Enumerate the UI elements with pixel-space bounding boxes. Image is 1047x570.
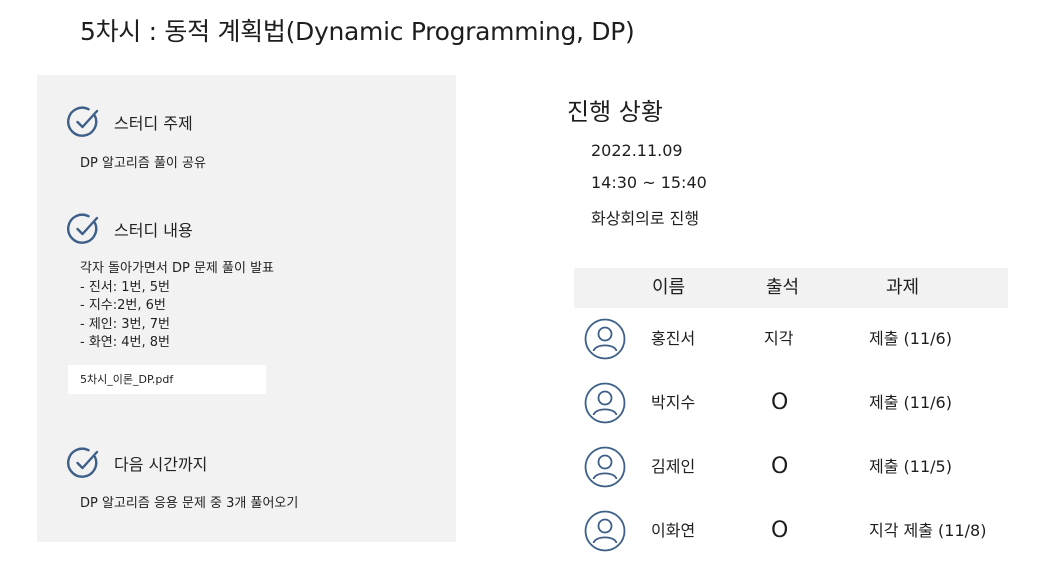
section-header-topic: 스터디 주제 [67,105,193,139]
row-name: 홍진서 [651,329,696,348]
attachment-file-link[interactable]: 5차시_이론_DP.pdf [68,365,266,394]
section-line: - 지수:2번, 6번 [80,298,166,313]
header-attendance: 출석 [766,277,800,298]
section-line: DP 알고리즘 풀이 공유 [80,156,206,171]
user-icon [584,318,626,360]
section-line: DP 알고리즘 응용 문제 중 3개 풀어오기 [80,496,299,511]
table-row: 박지수 O 제출 (11/6) [574,373,1008,433]
section-line: 각자 돌아가면서 DP 문제 풀이 발표 [80,261,274,276]
table-row: 홍진서 지각 제출 (11/6) [574,309,1008,369]
row-assignment: 지각 제출 (11/8) [869,521,987,540]
row-attendance: 지각 [764,329,794,348]
user-icon [584,510,626,552]
progress-mode: 화상회의로 진행 [591,209,700,228]
header-name: 이름 [652,277,686,298]
progress-title: 진행 상황 [567,98,663,126]
section-title: 스터디 내용 [114,221,193,240]
check-circle-icon [67,106,99,137]
section-title: 다음 시간까지 [114,455,208,474]
section-title: 스터디 주제 [114,114,193,133]
section-body-next: DP 알고리즘 응용 문제 중 3개 풀어오기 [80,495,298,514]
progress-date: 2022.11.09 [591,141,683,160]
study-info-panel: 스터디 주제 DP 알고리즘 풀이 공유 스터디 내용 각자 돌아가면서 DP … [37,75,456,542]
row-assignment: 제출 (11/5) [869,457,952,476]
table-row: 김제인 O 제출 (11/5) [574,437,1008,497]
check-circle-icon [67,213,99,244]
check-circle-icon [67,447,99,478]
section-line: - 제인: 3번, 7번 [80,316,170,332]
row-assignment: 제출 (11/6) [869,329,952,348]
section-body-topic: DP 알고리즘 풀이 공유 [80,155,206,174]
page-title: 5차시 : 동적 계획법(Dynamic Programming, DP) [80,17,635,46]
table-row: 이화연 O 지각 제출 (11/8) [574,501,1008,561]
row-name: 김제인 [651,457,696,476]
row-attendance: O [771,390,789,415]
user-icon [584,446,626,488]
row-assignment: 제출 (11/6) [869,393,952,412]
row-attendance: O [771,454,789,479]
row-attendance: O [771,518,789,543]
section-line: - 진서: 1번, 5번 [80,279,170,295]
header-assignment: 과제 [886,277,920,298]
section-body-content: 각자 돌아가면서 DP 문제 풀이 발표 - 진서: 1번, 5번 - 지수:2… [80,260,274,353]
section-header-content: 스터디 내용 [67,212,193,246]
section-header-next: 다음 시간까지 [67,446,207,480]
user-icon [584,382,626,424]
row-name: 이화연 [651,521,696,540]
row-name: 박지수 [651,393,696,412]
progress-time: 14:30 ~ 15:40 [591,173,707,192]
attendance-table-header: 이름 출석 과제 [574,268,1008,308]
section-line: - 화연: 4번, 8번 [80,335,170,350]
